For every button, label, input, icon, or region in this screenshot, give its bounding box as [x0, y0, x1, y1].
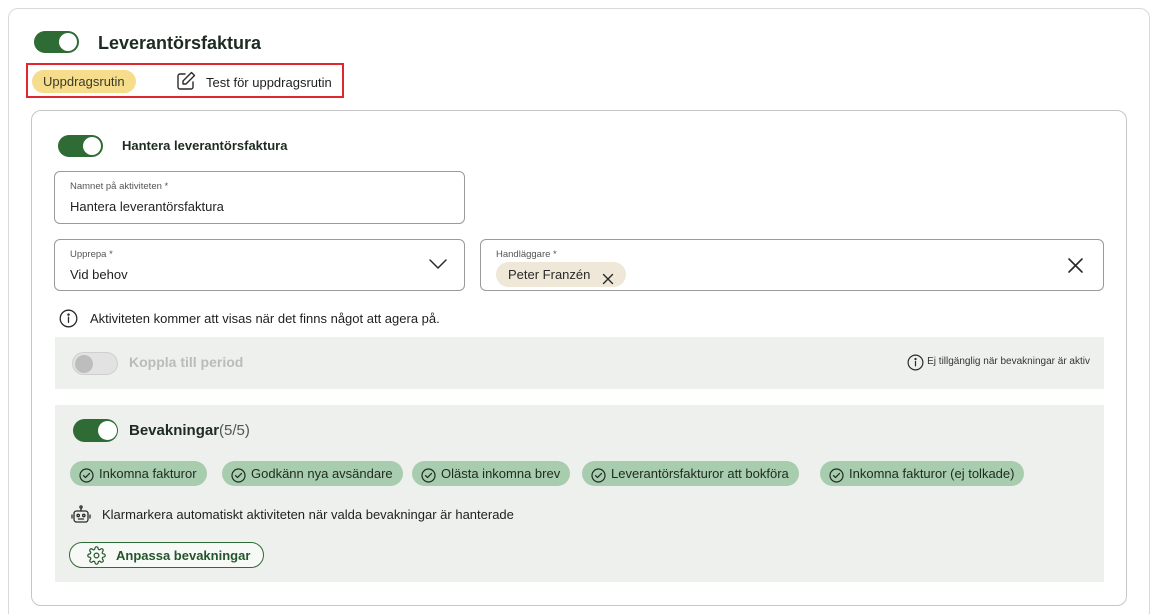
- customize-watches-label: Anpassa bevakningar: [116, 548, 251, 563]
- watch-chip-label: Godkänn nya avsändare: [251, 466, 393, 481]
- period-note: Ej tillgänglig när bevakningar är aktiv: [927, 356, 1090, 367]
- routine-link[interactable]: Test för uppdragsrutin: [206, 75, 332, 90]
- toggle-knob: [98, 421, 117, 440]
- activity-name-value: Hantera leverantörsfaktura: [70, 199, 224, 214]
- watch-chip-label: Olästa inkomna brev: [441, 466, 561, 481]
- watch-chip[interactable]: Inkomna fakturor: [70, 461, 207, 486]
- watch-chip[interactable]: Olästa inkomna brev: [412, 461, 571, 486]
- watch-chip[interactable]: Inkomna fakturor (ej tolkade): [820, 461, 1025, 486]
- watch-chip[interactable]: Leverantörsfakturor att bokföra: [582, 461, 799, 486]
- handler-chip[interactable]: Peter Franzén: [496, 262, 627, 287]
- routine-highlight: Uppdragsrutin Test för uppdragsrutin: [26, 63, 344, 98]
- check-circle-icon: [231, 466, 246, 483]
- info-icon: [907, 354, 924, 371]
- repeat-value: Vid behov: [70, 267, 128, 282]
- clear-icon[interactable]: [1067, 257, 1084, 274]
- gear-icon: [87, 546, 106, 565]
- period-toggle[interactable]: [72, 352, 118, 375]
- check-circle-icon: [421, 466, 436, 483]
- period-label: Koppla till period: [129, 354, 244, 370]
- info-icon: [59, 309, 78, 328]
- routine-badge: Uppdragsrutin: [32, 70, 136, 93]
- toggle-knob: [75, 355, 93, 373]
- main-toggle[interactable]: [34, 31, 79, 53]
- handler-chip-label: Peter Franzén: [508, 267, 591, 282]
- watch-chip-label: Inkomna fakturor: [99, 466, 197, 481]
- check-circle-icon: [591, 466, 606, 483]
- handler-label: Handläggare *: [496, 249, 557, 260]
- auto-complete-text: Klarmarkera automatiskt aktiviteten när …: [102, 507, 514, 522]
- watches-title-text: Bevakningar: [129, 422, 220, 439]
- customize-watches-button[interactable]: Anpassa bevakningar: [69, 542, 264, 568]
- check-circle-icon: [79, 466, 94, 483]
- activity-name-label: Namnet på aktiviteten *: [70, 181, 169, 192]
- watches-panel: Bevakningar(5/5) Inkomna fakturor Godkän…: [55, 405, 1104, 582]
- close-icon[interactable]: [602, 268, 614, 285]
- page-title: Leverantörsfaktura: [98, 33, 262, 53]
- repeat-label: Upprepa *: [70, 249, 113, 260]
- chevron-down-icon[interactable]: [428, 257, 448, 271]
- watches-toggle[interactable]: [73, 419, 118, 442]
- watches-title: Bevakningar(5/5): [129, 422, 250, 439]
- check-circle-icon: [829, 466, 844, 483]
- activity-toggle[interactable]: [58, 135, 103, 157]
- watch-chip-label: Leverantörsfakturor att bokföra: [611, 466, 789, 481]
- activity-info-text: Aktiviteten kommer att visas när det fin…: [90, 311, 440, 326]
- handler-field[interactable]: Handläggare * Peter Franzén: [480, 239, 1104, 291]
- edit-icon[interactable]: [175, 70, 197, 92]
- watch-chip-label: Inkomna fakturor (ej tolkade): [849, 466, 1015, 481]
- toggle-knob: [59, 33, 77, 51]
- activity-toggle-label: Hantera leverantörsfaktura: [122, 138, 288, 153]
- robot-icon: [70, 504, 92, 526]
- watch-chip[interactable]: Godkänn nya avsändare: [222, 461, 403, 486]
- activity-name-field[interactable]: Namnet på aktiviteten * Hantera leverant…: [54, 171, 465, 224]
- repeat-select[interactable]: Upprepa * Vid behov: [54, 239, 465, 291]
- toggle-knob: [83, 137, 101, 155]
- period-panel: Koppla till period Ej tillgänglig när be…: [55, 337, 1104, 389]
- watches-count: (5/5): [219, 422, 250, 439]
